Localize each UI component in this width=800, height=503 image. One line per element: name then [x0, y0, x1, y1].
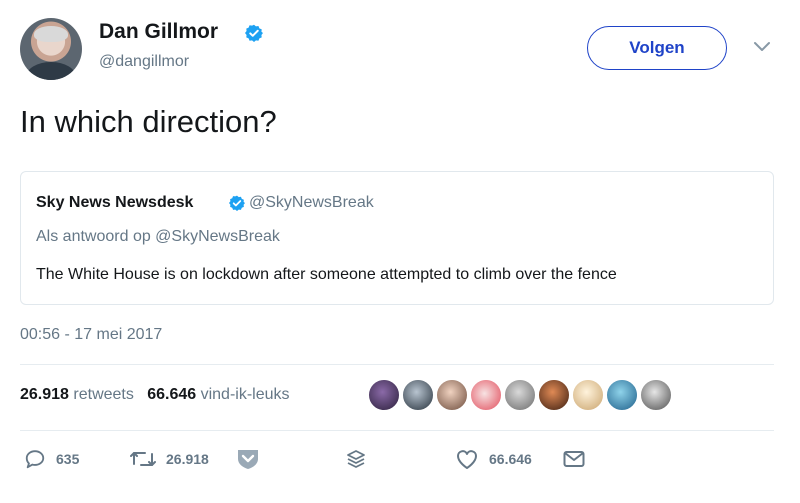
likes-label[interactable]: vind-ik-leuks [201, 386, 290, 403]
reply-count: 635 [56, 451, 80, 467]
likes-count[interactable]: 66.646 [147, 386, 196, 403]
reply-icon [25, 450, 45, 469]
retweets-count[interactable]: 26.918 [20, 386, 69, 403]
tweet-text: In which direction? [20, 104, 277, 139]
verified-badge-icon [245, 24, 263, 42]
liker-avatar[interactable] [639, 378, 673, 412]
chevron-down-icon[interactable] [752, 40, 772, 54]
liker-avatar[interactable] [571, 378, 605, 412]
retweet-button[interactable]: 26.918 [130, 448, 209, 470]
liker-avatar[interactable] [605, 378, 639, 412]
direct-message-button[interactable] [563, 448, 585, 470]
stack-button[interactable] [345, 448, 367, 470]
author-avatar[interactable] [20, 18, 82, 80]
liker-avatar[interactable] [435, 378, 469, 412]
divider [20, 364, 774, 365]
verified-badge-icon [229, 195, 245, 211]
shield-button[interactable] [236, 448, 260, 470]
retweet-count: 26.918 [166, 451, 209, 467]
like-button[interactable]: 66.646 [455, 448, 532, 470]
like-count: 66.646 [489, 451, 532, 467]
quoted-reply-context: Als antwoord op @SkyNewsBreak [36, 228, 280, 245]
quoted-tweet-text: The White House is on lockdown after som… [36, 266, 617, 283]
shield-icon [238, 450, 258, 469]
liker-avatar[interactable] [503, 378, 537, 412]
retweets-label[interactable]: retweets [73, 386, 133, 403]
liker-avatar[interactable] [401, 378, 435, 412]
liker-avatar[interactable] [367, 378, 401, 412]
heart-icon [456, 450, 478, 469]
envelope-icon [563, 451, 585, 467]
quoted-author-handle: @SkyNewsBreak [249, 194, 374, 211]
tweet-stats: 26.918 retweets 66.646 vind-ik-leuks [20, 386, 290, 404]
liker-avatar[interactable] [469, 378, 503, 412]
follow-button[interactable]: Volgen [587, 26, 727, 70]
divider [20, 430, 774, 431]
reply-button[interactable]: 635 [24, 448, 79, 470]
author-name[interactable]: Dan Gillmor [99, 20, 218, 44]
tweet-timestamp[interactable]: 00:56 - 17 mei 2017 [20, 326, 162, 344]
stack-icon [347, 450, 365, 468]
author-handle[interactable]: @dangillmor [99, 53, 189, 71]
liker-avatar[interactable] [537, 378, 571, 412]
retweet-icon [130, 452, 156, 466]
quoted-author-name: Sky News Newsdesk [36, 194, 194, 211]
